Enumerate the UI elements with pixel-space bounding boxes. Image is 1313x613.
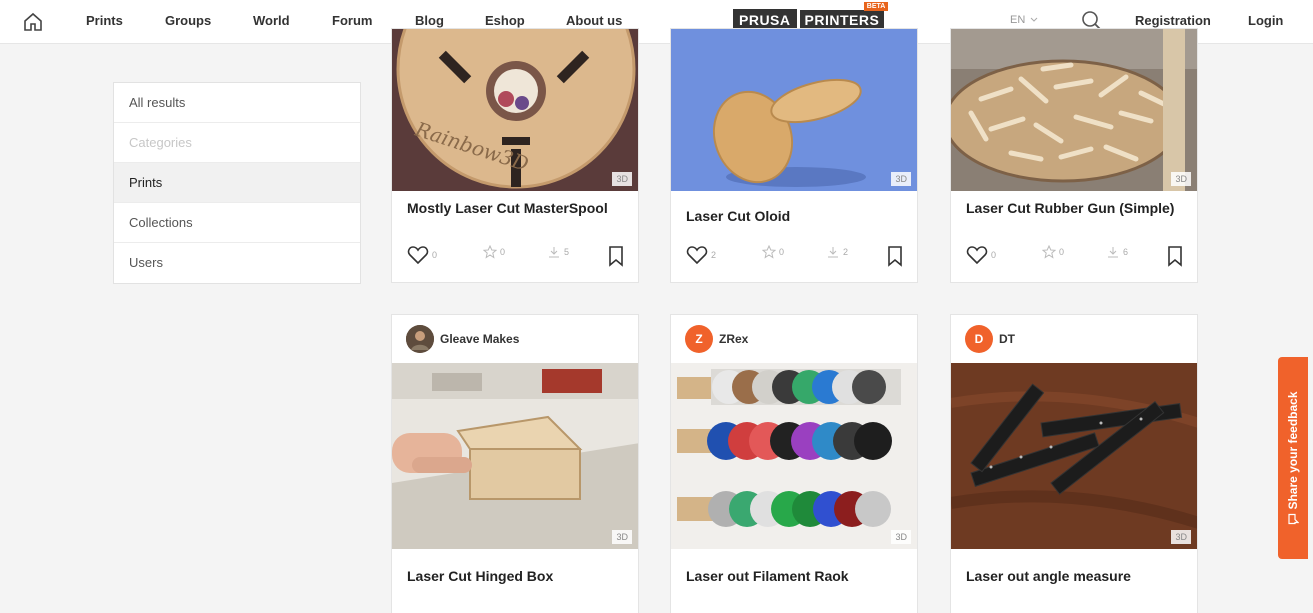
language-selector[interactable]: EN [1010,14,1038,26]
author[interactable]: Z ZRex [685,325,748,353]
download-icon [828,247,838,258]
download-stat: 6 [1106,245,1128,259]
print-stats: 0 0 6 [966,245,1185,267]
download-icon [1108,247,1118,258]
like-count: 0 [991,250,997,260]
author-name: DT [999,332,1015,346]
like-button[interactable]: 0 [966,245,996,265]
print-thumbnail[interactable]: 3D [671,363,917,549]
avatar [406,325,434,353]
print-title[interactable]: Mostly Laser Cut MasterSpool [407,199,627,217]
print-stats: 2 0 2 [686,245,905,267]
home-icon[interactable] [22,11,44,33]
bookmark-icon[interactable] [1167,245,1183,267]
print-title[interactable]: Laser Cut Rubber Gun (Simple) [966,199,1186,217]
print-stats: 0 0 5 [407,245,626,267]
3d-badge: 3D [891,172,911,186]
download-count: 6 [1123,247,1129,257]
rating-count: 0 [779,247,785,257]
print-card[interactable]: D DT 3D Laser out angle measure [950,314,1198,613]
heart-icon [686,246,708,265]
login-link[interactable]: Login [1248,13,1283,28]
print-card[interactable]: Gleave Makes 3D Laser Cut Hinged Box [391,314,639,613]
sidebar-item-prints[interactable]: Prints [114,163,360,203]
rating-count: 0 [500,247,506,257]
download-count: 2 [843,247,849,257]
3d-badge: 3D [612,172,632,186]
logo-word-printers: PRINTERS [799,10,885,30]
bookmark-icon[interactable] [887,245,903,267]
nav-prints-link[interactable]: Prints [86,13,123,28]
3d-badge: 3D [891,530,911,544]
author[interactable]: D DT [965,325,1015,353]
avatar: Z [685,325,713,353]
rating-stat: 0 [483,245,505,259]
print-card[interactable]: 3D Laser Cut Oloid 2 0 2 [670,28,918,283]
rating-stat: 0 [1042,245,1064,259]
sidebar-item-collections[interactable]: Collections [114,203,360,243]
nav-eshop-link[interactable]: Eshop [485,13,525,28]
rating-stat: 0 [762,245,784,259]
share-feedback-button[interactable]: Share your feedback [1278,357,1308,559]
print-thumbnail[interactable]: 3D [392,363,638,549]
sidebar-item-all-results[interactable]: All results [114,83,360,123]
star-icon [762,245,776,259]
registration-link[interactable]: Registration [1135,13,1211,28]
print-title[interactable]: Laser out angle measure [966,567,1186,585]
print-thumbnail[interactable]: 3D [951,363,1197,549]
heart-icon [966,246,988,265]
like-count: 0 [432,250,438,260]
avatar: D [965,325,993,353]
author-name: Gleave Makes [440,332,520,346]
bookmark-icon[interactable] [608,245,624,267]
nav-forum-link[interactable]: Forum [332,13,372,28]
beta-badge: BETA [863,2,889,11]
chevron-down-icon [1030,17,1038,22]
print-title[interactable]: Laser Cut Oloid [686,207,906,225]
feedback-label: Share your feedback [1286,391,1300,510]
3d-badge: 3D [612,530,632,544]
print-title[interactable]: Laser Cut Hinged Box [407,567,627,585]
nav-blog-link[interactable]: Blog [415,13,444,28]
download-icon [549,247,559,258]
download-count: 5 [564,247,570,257]
print-thumbnail[interactable]: 3D [671,29,917,191]
rating-count: 0 [1059,247,1065,257]
author-name: ZRex [719,332,749,346]
search-filter-sidebar: All results Categories Prints Collection… [113,82,361,284]
like-count: 2 [711,250,717,260]
like-button[interactable]: 0 [407,245,437,265]
print-card[interactable]: Z ZRex 3D Laser out Filament Raok [670,314,918,613]
print-thumbnail[interactable]: 3D [951,29,1197,191]
nav-about-link[interactable]: About us [566,13,622,28]
print-card[interactable]: 3D Laser Cut Rubber Gun (Simple) 0 0 6 [950,28,1198,283]
print-card[interactable]: Rainbow3D 3D Mostly Laser Cut MasterSpoo… [391,28,639,283]
like-button[interactable]: 2 [686,245,716,265]
nav-groups-link[interactable]: Groups [165,13,211,28]
sidebar-item-users[interactable]: Users [114,243,360,283]
author[interactable]: Gleave Makes [406,325,519,353]
print-title[interactable]: Laser out Filament Raok [686,567,906,585]
star-icon [483,245,497,259]
3d-badge: 3D [1171,172,1191,186]
star-icon [1042,245,1056,259]
print-thumbnail[interactable]: Rainbow3D 3D [392,29,638,191]
heart-icon [407,246,429,265]
download-stat: 2 [826,245,848,259]
3d-badge: 3D [1171,530,1191,544]
feedback-icon [1288,513,1300,525]
language-label: EN [1010,14,1026,26]
download-stat: 5 [547,245,569,259]
nav-world-link[interactable]: World [253,13,290,28]
sidebar-item-categories: Categories [114,123,360,163]
